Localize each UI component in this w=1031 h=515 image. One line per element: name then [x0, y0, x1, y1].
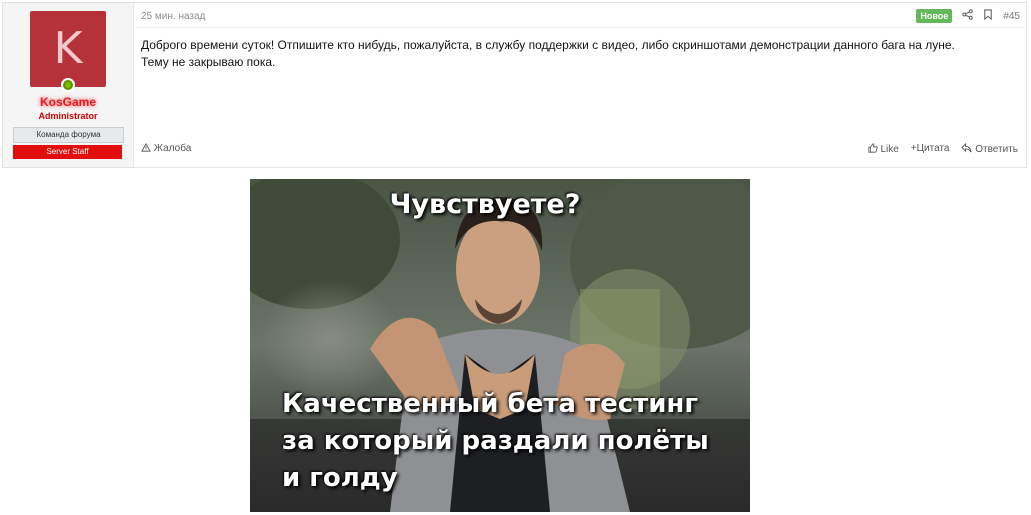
report-button[interactable]: Жалоба [141, 142, 192, 154]
username[interactable]: KosGame [3, 95, 133, 109]
bookmark-icon[interactable] [983, 9, 993, 23]
post-time[interactable]: 25 мин. назад [141, 11, 205, 22]
meme-bottom-caption: Качественный бета тестинг за который раз… [282, 386, 709, 497]
user-title: Administrator [38, 111, 98, 121]
thumbs-up-icon [868, 143, 878, 153]
like-button[interactable]: Like [868, 143, 899, 155]
reply-label: Ответить [975, 144, 1018, 155]
meme-top-caption: Чувствуете? [389, 189, 581, 220]
forum-post: K KosGame Administrator Команда форума S… [2, 2, 1027, 168]
caption-line: и голду [282, 463, 398, 493]
caption-line: за который раздали полёты [282, 426, 709, 456]
like-label: Like [880, 144, 899, 155]
new-badge: Новое [916, 9, 953, 23]
post-header-actions: Новое #45 [916, 9, 1020, 23]
quote-label: Цитата [916, 143, 950, 154]
online-status-icon [61, 78, 75, 92]
team-badge: Команда форума [13, 127, 124, 143]
message-line: Доброго времени суток! Отпишите кто нибу… [141, 38, 955, 52]
reply-icon [961, 142, 972, 153]
post-number-link[interactable]: #45 [1003, 11, 1020, 22]
post-footer-actions: Like +Цитата Ответить [868, 142, 1018, 155]
share-icon[interactable] [962, 9, 974, 23]
staff-badge: Server Staff [13, 145, 122, 159]
reply-button[interactable]: Ответить [961, 142, 1018, 155]
quote-button[interactable]: +Цитата [911, 143, 950, 155]
warning-icon [141, 142, 151, 152]
avatar[interactable]: K [30, 11, 106, 87]
report-label: Жалоба [153, 143, 192, 154]
header-divider [137, 27, 1024, 28]
post-message: Доброго времени суток! Отпишите кто нибу… [141, 37, 1021, 71]
caption-line: Качественный бета тестинг [282, 389, 698, 419]
user-column: K KosGame Administrator Команда форума S… [3, 3, 134, 167]
message-line: Тему не закрываю пока. [141, 55, 276, 69]
meme-image[interactable]: Чувствуете? Качественный бета тестинг за… [250, 179, 750, 512]
